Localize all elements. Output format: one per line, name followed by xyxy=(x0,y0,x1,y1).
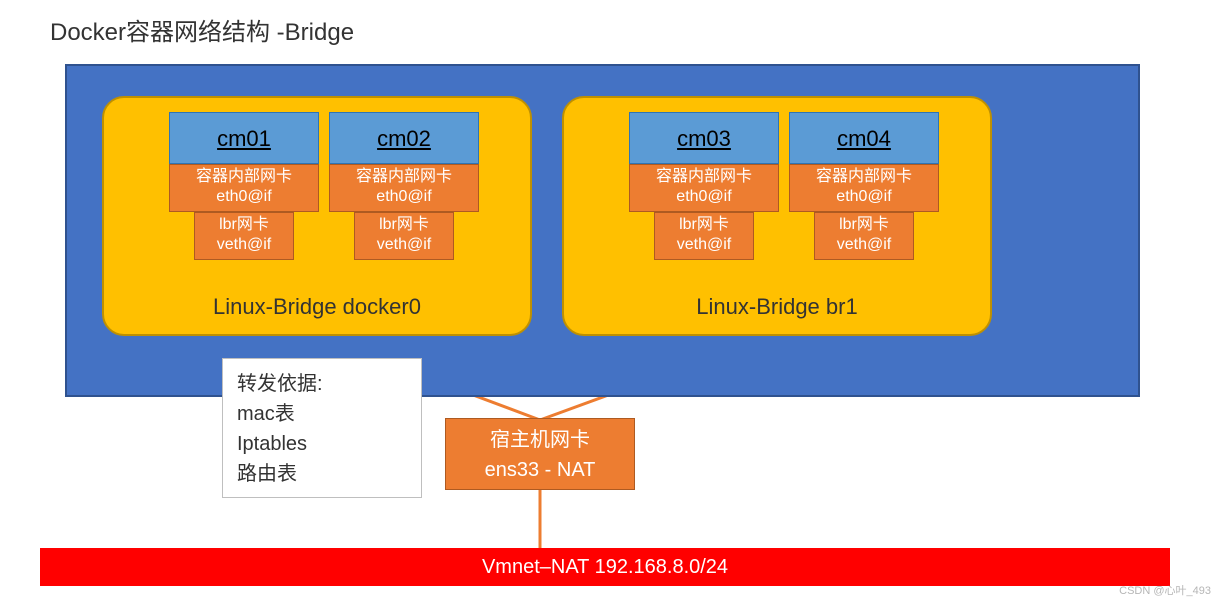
container-eth: 容器内部网卡 eth0@if xyxy=(329,164,479,212)
eth-label: 容器内部网卡 xyxy=(790,167,938,187)
container-name: cm04 xyxy=(789,112,939,164)
eth-if: eth0@if xyxy=(790,187,938,207)
forward-title: 转发依据: xyxy=(237,369,407,399)
container-cm01: cm01 容器内部网卡 eth0@if lbr网卡 veth@if xyxy=(169,112,319,260)
container-eth: 容器内部网卡 eth0@if xyxy=(169,164,319,212)
container-name: cm01 xyxy=(169,112,319,164)
eth-if: eth0@if xyxy=(630,187,778,207)
bridge-br1: cm03 容器内部网卡 eth0@if lbr网卡 veth@if cm04 容… xyxy=(562,96,992,336)
host-nic-label: 宿主机网卡 xyxy=(446,425,634,455)
watermark: CSDN @心叶_493 xyxy=(1119,582,1211,598)
bridge-veth: lbr网卡 veth@if xyxy=(654,212,754,260)
bridge-label: Linux-Bridge br1 xyxy=(564,294,990,320)
eth-if: eth0@if xyxy=(170,187,318,207)
bridge-veth: lbr网卡 veth@if xyxy=(814,212,914,260)
eth-if: eth0@if xyxy=(330,187,478,207)
veth-if: veth@if xyxy=(195,235,293,255)
eth-label: 容器内部网卡 xyxy=(330,167,478,187)
vmnet-bar: Vmnet–NAT 192.168.8.0/24 xyxy=(40,548,1170,586)
bridge-docker0: cm01 容器内部网卡 eth0@if lbr网卡 veth@if cm02 容… xyxy=(102,96,532,336)
eth-label: 容器内部网卡 xyxy=(630,167,778,187)
forward-rules-box: 转发依据: mac表 Iptables 路由表 xyxy=(222,358,422,498)
veth-label: lbr网卡 xyxy=(195,215,293,235)
host-machine: cm01 容器内部网卡 eth0@if lbr网卡 veth@if cm02 容… xyxy=(65,64,1140,397)
container-cm04: cm04 容器内部网卡 eth0@if lbr网卡 veth@if xyxy=(789,112,939,260)
veth-if: veth@if xyxy=(355,235,453,255)
bridge-veth: lbr网卡 veth@if xyxy=(354,212,454,260)
container-eth: 容器内部网卡 eth0@if xyxy=(789,164,939,212)
eth-label: 容器内部网卡 xyxy=(170,167,318,187)
bridge-veth: lbr网卡 veth@if xyxy=(194,212,294,260)
veth-label: lbr网卡 xyxy=(815,215,913,235)
container-eth: 容器内部网卡 eth0@if xyxy=(629,164,779,212)
container-cm02: cm02 容器内部网卡 eth0@if lbr网卡 veth@if xyxy=(329,112,479,260)
host-nic-name: ens33 - NAT xyxy=(446,455,634,485)
container-name: cm03 xyxy=(629,112,779,164)
diagram-title: Docker容器网络结构 -Bridge xyxy=(50,12,354,47)
forward-mac: mac表 xyxy=(237,399,407,429)
forward-route: 路由表 xyxy=(237,459,407,489)
forward-iptables: Iptables xyxy=(237,429,407,459)
veth-label: lbr网卡 xyxy=(355,215,453,235)
bridge-label: Linux-Bridge docker0 xyxy=(104,294,530,320)
veth-if: veth@if xyxy=(655,235,753,255)
container-name: cm02 xyxy=(329,112,479,164)
veth-label: lbr网卡 xyxy=(655,215,753,235)
host-nic: 宿主机网卡 ens33 - NAT xyxy=(445,418,635,490)
veth-if: veth@if xyxy=(815,235,913,255)
container-cm03: cm03 容器内部网卡 eth0@if lbr网卡 veth@if xyxy=(629,112,779,260)
